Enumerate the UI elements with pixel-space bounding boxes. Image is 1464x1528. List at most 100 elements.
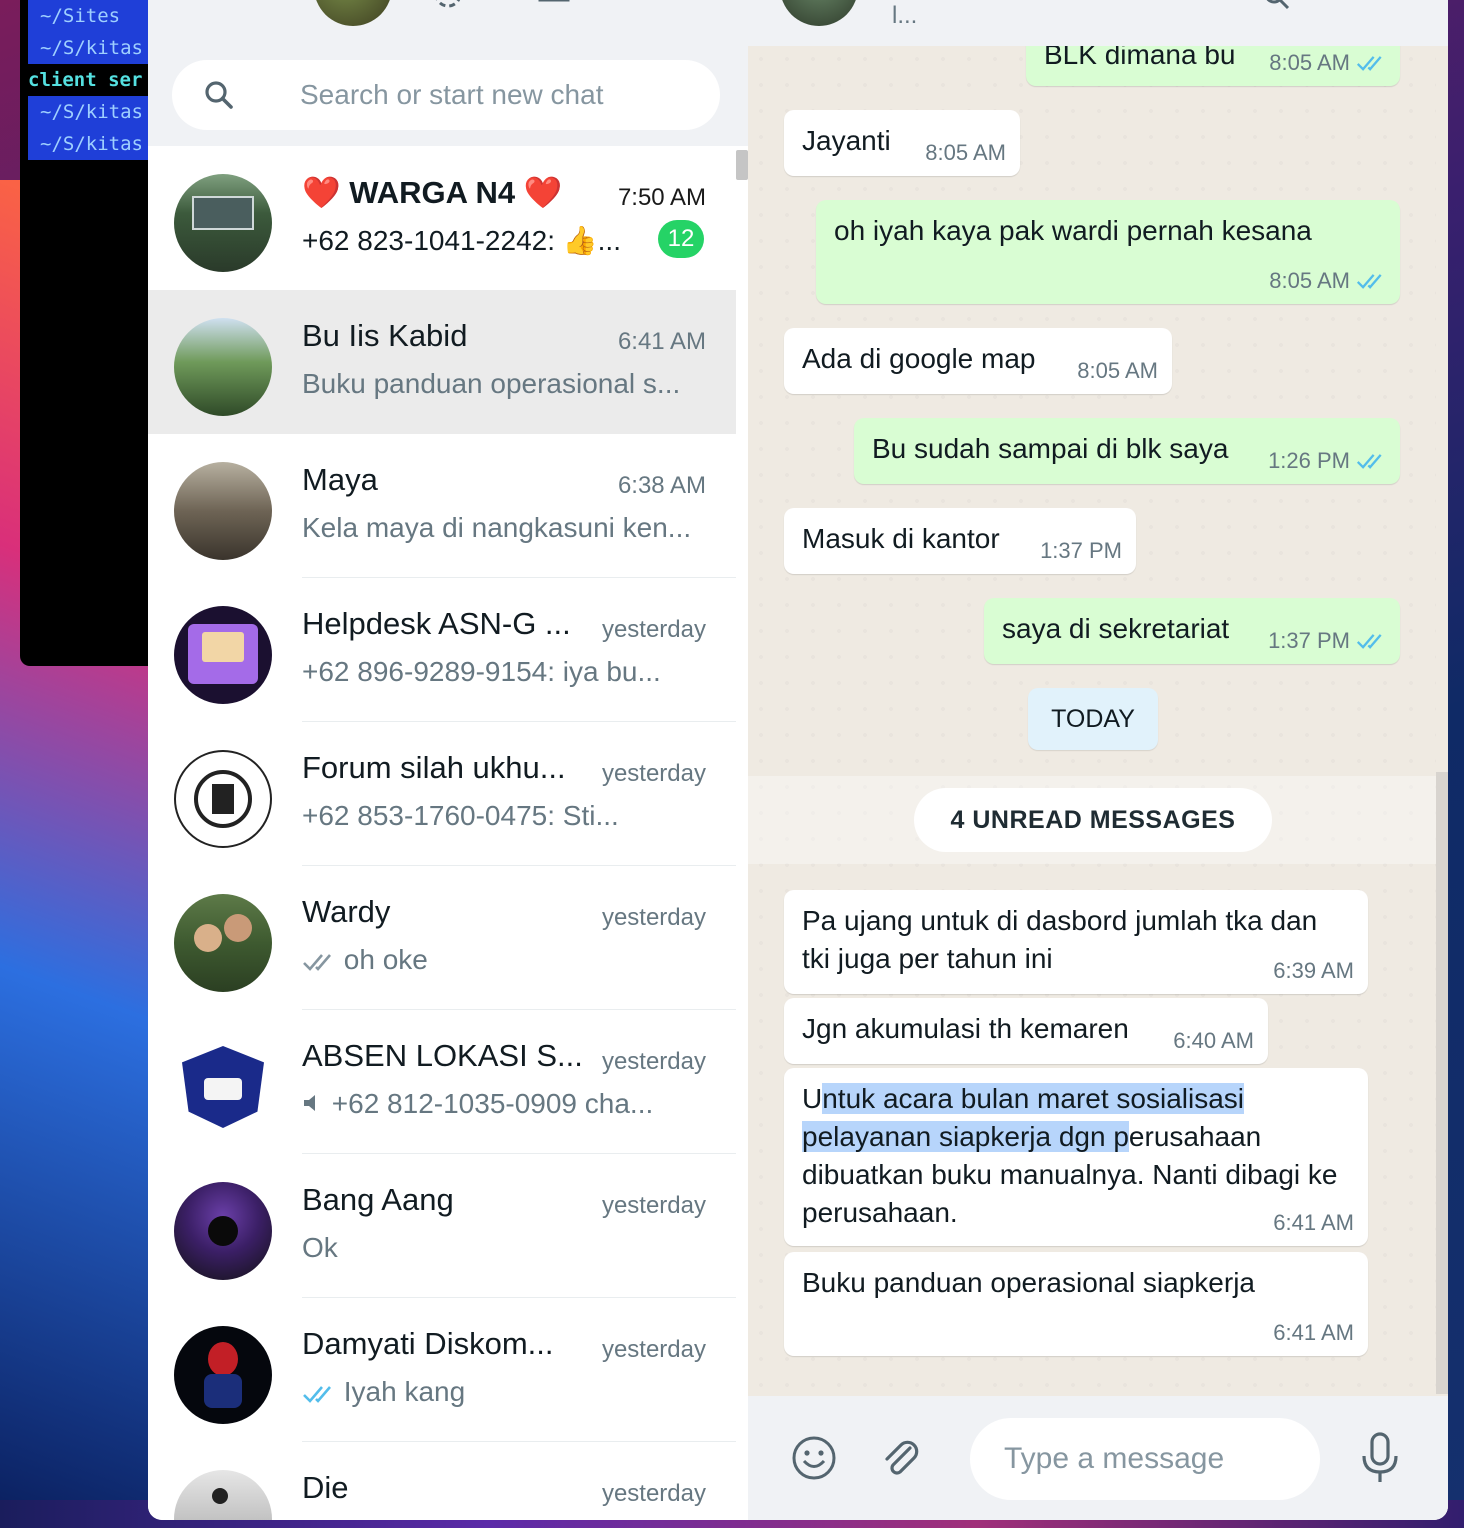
chat-preview: Ok — [302, 1232, 338, 1263]
chat-name: Wardy — [302, 894, 391, 929]
chat-body: Bu Iis Kabid 6:41 AM Buku panduan operas… — [302, 290, 736, 434]
chat-avatar — [174, 318, 272, 416]
chat-body: Damyati Diskom... yesterday Iyah kang — [302, 1298, 736, 1442]
terminal-line: ~/S/kitas — [28, 96, 160, 128]
message-text: Pa ujang untuk di dasbord jumlah tka dan… — [802, 905, 1318, 974]
unread-badge: 12 — [658, 220, 704, 258]
selected-text: ntuk acara bulan maret sosialisasi — [822, 1083, 1244, 1114]
chat-time: yesterday — [601, 1480, 706, 1507]
message-time: 1:26 PM — [1268, 448, 1350, 473]
message-text: oh iyah kaya pak wardi pernah kesana — [834, 215, 1312, 246]
chat-item[interactable]: Forum silah ukhu... yesterday +62 853-17… — [148, 722, 736, 866]
chat-avatar — [174, 750, 272, 848]
contact-avatar[interactable] — [780, 0, 858, 26]
message-incoming[interactable]: Pa ujang untuk di dasbord jumlah tka dan… — [784, 890, 1368, 994]
whatsapp-window: ❤️ WARGA N4 ❤️ 7:50 AM +62 823-1041-2242… — [148, 0, 1448, 1520]
conversation-scrollbar[interactable] — [1436, 772, 1448, 1394]
attach-icon[interactable] — [876, 1434, 924, 1482]
message-outgoing[interactable]: saya di sekretariat 1:37 PM — [984, 598, 1400, 664]
chat-item[interactable]: ABSEN LOKASI S... yesterday +62 812-1035… — [148, 1010, 736, 1154]
day-divider: TODAY — [1028, 688, 1158, 750]
message-text: Bu sudah sampai di blk saya — [872, 433, 1229, 464]
message-incoming[interactable]: Buku panduan operasional siapkerja 6:41 … — [784, 1252, 1368, 1356]
chat-name: Bang Aang — [302, 1182, 454, 1217]
chat-preview: +62 812-1035-0909 cha... — [302, 1088, 692, 1120]
message-composer — [748, 1396, 1448, 1520]
message-meta: 6:41 AM — [1273, 1210, 1354, 1236]
chat-avatar — [174, 174, 272, 272]
read-receipt-icon — [1356, 634, 1382, 649]
message-time: 8:05 AM — [925, 140, 1006, 165]
chat-name: Die — [302, 1470, 349, 1505]
chat-time: 6:38 AM — [617, 472, 706, 499]
message-outgoing[interactable]: Bu sudah sampai di blk saya 1:26 PM — [854, 418, 1400, 484]
new-chat-icon[interactable] — [536, 0, 572, 10]
message-meta: 6:40 AM — [1173, 1028, 1254, 1054]
message-incoming[interactable]: Jayanti 8:05 AM — [784, 110, 1020, 176]
message-input[interactable] — [970, 1418, 1320, 1500]
chat-item[interactable]: Helpdesk ASN-G ... yesterday +62 896-928… — [148, 578, 736, 722]
message-outgoing[interactable]: oh iyah kaya pak wardi pernah kesana 8:0… — [816, 200, 1400, 304]
chat-item-active[interactable]: Bu Iis Kabid 6:41 AM Buku panduan operas… — [148, 290, 736, 434]
conversation-header[interactable]: l... — [748, 0, 1448, 46]
chat-preview: +62 823-1041-2242: 👍... — [302, 225, 621, 256]
heart-icon: ❤️ — [302, 175, 341, 210]
chat-body: Forum silah ukhu... yesterday +62 853-17… — [302, 722, 736, 866]
message-time: 6:40 AM — [1173, 1028, 1254, 1053]
message-meta: 8:05 AM — [1269, 50, 1386, 76]
chat-preview: Buku panduan operasional s... — [302, 368, 681, 399]
chat-item[interactable]: Damyati Diskom... yesterday Iyah kang — [148, 1298, 736, 1442]
search-icon[interactable] — [1262, 0, 1292, 14]
chat-body: ❤️ WARGA N4 ❤️ 7:50 AM +62 823-1041-2242… — [302, 146, 736, 290]
message-meta: 6:39 AM — [1273, 958, 1354, 984]
heart-icon: ❤️ — [523, 175, 563, 210]
message-time: 6:39 AM — [1273, 958, 1354, 983]
speaker-icon — [302, 1088, 324, 1120]
chat-item[interactable]: Die yesterday — [148, 1442, 736, 1520]
chat-item[interactable]: ❤️ WARGA N4 ❤️ 7:50 AM +62 823-1041-2242… — [148, 146, 736, 290]
scroll-thumb[interactable] — [736, 150, 748, 180]
message-time: 1:37 PM — [1040, 538, 1122, 563]
my-avatar[interactable] — [314, 0, 392, 26]
terminal-line: client ser — [28, 69, 143, 91]
chat-item[interactable]: Bang Aang yesterday Ok — [148, 1154, 736, 1298]
message-text: BLK dimana bu — [1044, 46, 1236, 70]
chat-item[interactable]: Maya 6:38 AM Kela maya di nangkasuni ken… — [148, 434, 736, 578]
chat-body: Die yesterday — [302, 1442, 736, 1520]
chat-sidebar: ❤️ WARGA N4 ❤️ 7:50 AM +62 823-1041-2242… — [148, 0, 748, 1520]
chat-name: ABSEN LOKASI S... — [302, 1038, 583, 1073]
chat-body: ABSEN LOKASI S... yesterday +62 812-1035… — [302, 1010, 736, 1154]
microphone-icon[interactable] — [1358, 1432, 1402, 1484]
terminal-window[interactable]: ~/Sites ~/S/kitas client ser ~/S/kitas ~… — [20, 0, 160, 666]
terminal-line: ~/Sites — [28, 0, 160, 32]
unread-divider: 4 UNREAD MESSAGES — [914, 788, 1272, 852]
message-text: Ada di google map — [802, 343, 1036, 374]
chat-time: 6:41 AM — [617, 328, 706, 355]
message-meta: 1:37 PM — [1040, 538, 1122, 564]
message-text: Buku panduan operasional siapkerja — [802, 1267, 1255, 1298]
message-meta: 6:41 AM — [1273, 1320, 1354, 1346]
chat-body: Bang Aang yesterday Ok — [302, 1154, 736, 1298]
message-incoming[interactable]: Masuk di kantor 1:37 PM — [784, 508, 1136, 574]
sidebar-header — [148, 0, 748, 46]
message-meta: 8:05 AM — [1269, 268, 1386, 294]
chat-list-scrollbar[interactable] — [736, 146, 748, 1520]
chat-item[interactable]: Wardy yesterday oh oke — [148, 866, 736, 1010]
chat-time: yesterday — [601, 1192, 706, 1219]
message-incoming[interactable]: Ada di google map 8:05 AM — [784, 328, 1172, 394]
message-list[interactable]: BLK dimana bu 8:05 AM Jayanti 8:05 AM oh… — [748, 46, 1436, 1396]
status-icon[interactable] — [430, 0, 466, 10]
message-incoming[interactable]: Untuk acara bulan maret sosialisasi pela… — [784, 1068, 1368, 1246]
chat-name: Forum silah ukhu... — [302, 750, 566, 785]
emoji-icon[interactable] — [790, 1434, 838, 1482]
search-input[interactable] — [300, 72, 700, 118]
search-area — [148, 46, 748, 146]
message-incoming[interactable]: Jgn akumulasi th kemaren 6:40 AM — [784, 998, 1268, 1064]
chat-preview: oh oke — [302, 944, 692, 976]
terminal-line: ~/S/kitas — [28, 32, 160, 64]
message-time: 6:41 AM — [1273, 1320, 1354, 1345]
search-icon[interactable] — [202, 78, 236, 112]
chat-time: yesterday — [601, 1048, 706, 1075]
search-box[interactable] — [172, 60, 720, 130]
message-outgoing[interactable]: BLK dimana bu 8:05 AM — [1026, 46, 1400, 86]
